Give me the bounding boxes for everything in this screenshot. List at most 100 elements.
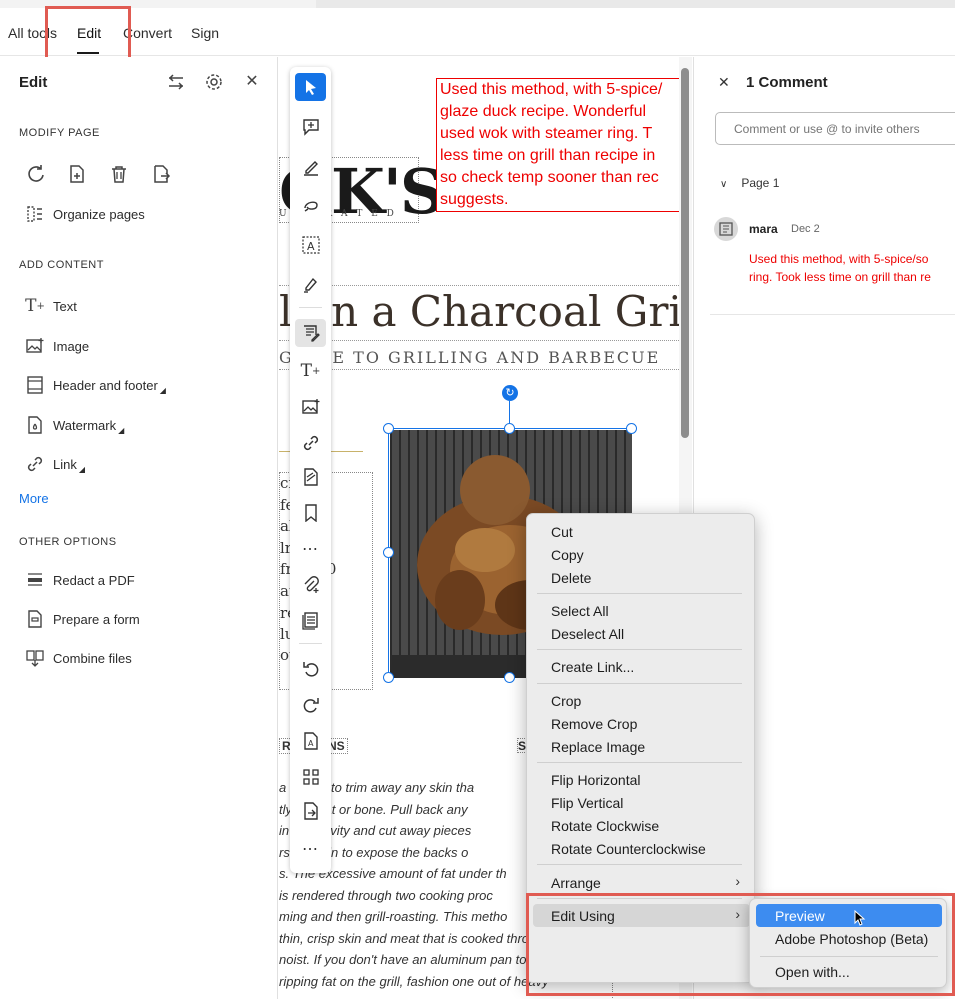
caret-icon: ◢ <box>118 425 125 435</box>
scrollbar[interactable] <box>681 68 689 438</box>
menu-item-create-link[interactable]: Create Link... <box>551 659 634 675</box>
menu-item-rotate-counterclockwise[interactable]: Rotate Counterclockwise <box>551 841 706 857</box>
combine-files-button[interactable]: Combine files <box>25 647 132 669</box>
chevron-right-icon: › <box>735 873 740 889</box>
resize-handle[interactable] <box>383 547 394 558</box>
menu-item-flip-horizontal[interactable]: Flip Horizontal <box>551 772 640 788</box>
comment-date: Dec 2 <box>791 223 820 235</box>
menu-item-deselect-all[interactable]: Deselect All <box>551 626 624 642</box>
comment-input[interactable] <box>715 112 955 145</box>
resize-handle[interactable] <box>504 672 515 683</box>
add-image-tool-icon[interactable] <box>295 393 326 421</box>
freehand-draw-icon[interactable] <box>295 191 326 219</box>
add-text-label: Text <box>53 298 77 314</box>
menu-item-copy[interactable]: Copy <box>551 547 584 563</box>
more-link[interactable]: More <box>19 491 49 506</box>
page-label: Page 1 <box>741 176 780 190</box>
menu-item-cut[interactable]: Cut <box>551 524 573 540</box>
resize-handle[interactable] <box>383 672 394 683</box>
select-tool-icon[interactable] <box>295 73 326 101</box>
more-tools-icon[interactable]: ⋯ <box>295 535 326 563</box>
more-tools-icon[interactable]: ⋯ <box>295 835 326 863</box>
article-title[interactable]: l on a Charcoal Grill <box>279 287 679 336</box>
watermark-button[interactable]: Watermark ◢ <box>25 414 124 436</box>
gear-icon[interactable] <box>205 73 223 91</box>
stamp-icon[interactable] <box>295 607 326 635</box>
header-footer-icon <box>25 375 45 395</box>
menu-item-delete[interactable]: Delete <box>551 570 591 586</box>
attach-file-icon[interactable] <box>295 571 326 599</box>
edit-text-image-icon[interactable] <box>295 319 326 347</box>
export-page-icon[interactable] <box>295 797 326 825</box>
menu-separator <box>537 649 742 650</box>
comment-line: Used this method, with 5-spice/so <box>749 252 929 266</box>
redact-tool-icon[interactable] <box>295 463 326 491</box>
top-strip <box>0 0 955 8</box>
note-line: used wok with steamer ring. T <box>440 125 653 142</box>
grid-view-icon[interactable] <box>295 763 326 791</box>
form-icon <box>25 609 45 629</box>
prepare-form-button[interactable]: Prepare a form <box>25 608 140 630</box>
extract-page-icon[interactable] <box>151 164 171 184</box>
title-box-bottom <box>279 340 679 341</box>
rotate-handle-icon[interactable]: ↻ <box>502 385 518 401</box>
resize-handle[interactable] <box>383 423 394 434</box>
article-subtitle[interactable]: GUIDE TO GRILLING AND BARBECUE <box>279 348 660 367</box>
add-image-icon <box>25 336 45 356</box>
resize-handle[interactable] <box>504 423 515 434</box>
rotate-page-icon[interactable] <box>26 164 46 184</box>
organize-pages-button[interactable]: Organize pages <box>25 203 145 225</box>
add-image-button[interactable]: Image <box>25 335 89 357</box>
text-box-icon[interactable]: A <box>295 231 326 259</box>
comment-note[interactable]: Used this method, with 5-spice/ glaze du… <box>436 78 679 212</box>
prepare-form-label: Prepare a form <box>53 611 140 627</box>
undo-icon[interactable] <box>295 655 326 683</box>
menu-item-crop[interactable]: Crop <box>551 693 581 709</box>
fill-sign-icon[interactable] <box>295 271 326 299</box>
add-comment-icon[interactable] <box>295 113 326 141</box>
avatar <box>714 217 738 241</box>
menu-item-remove-crop[interactable]: Remove Crop <box>551 716 637 732</box>
subtitle-box-bottom <box>279 369 679 370</box>
redact-pdf-label: Redact a PDF <box>53 572 135 588</box>
highlight-pen-icon[interactable] <box>295 153 326 181</box>
redact-pdf-button[interactable]: Redact a PDF <box>25 569 135 591</box>
close-icon[interactable]: ✕ <box>243 73 261 91</box>
top-strip-segment <box>316 0 955 8</box>
svg-text:A: A <box>307 240 315 253</box>
bookmark-icon[interactable] <box>295 499 326 527</box>
close-icon[interactable]: ✕ <box>718 74 730 91</box>
resize-handle[interactable] <box>626 423 637 434</box>
panel-title: Edit <box>19 74 48 91</box>
menu-item-flip-vertical[interactable]: Flip Vertical <box>551 795 623 811</box>
note-line: glaze duck recipe. Wonderful <box>440 103 647 120</box>
menu-item-replace-image[interactable]: Replace Image <box>551 739 645 755</box>
page-group[interactable]: ∨ Page 1 <box>720 176 779 190</box>
note-line: Used this method, with 5-spice/ <box>440 81 663 98</box>
insert-page-icon[interactable] <box>67 164 87 184</box>
menu-item-arrange[interactable]: Arrange <box>551 875 601 891</box>
menu-item-rotate-clockwise[interactable]: Rotate Clockwise <box>551 818 659 834</box>
header-footer-label: Header and footer <box>53 377 158 393</box>
organize-pages-icon <box>25 204 45 224</box>
svg-text:A: A <box>308 739 314 748</box>
comment-text[interactable]: Used this method, with 5-spice/so ring. … <box>749 250 955 286</box>
tab-sign[interactable]: Sign <box>191 25 219 41</box>
delete-page-icon[interactable] <box>109 164 129 184</box>
header-footer-button[interactable]: Header and footer ◢ <box>25 374 166 396</box>
other-options-label: OTHER OPTIONS <box>19 536 117 548</box>
menu-item-select-all[interactable]: Select All <box>551 603 609 619</box>
swap-tools-icon[interactable] <box>167 73 185 91</box>
comment-author: mara <box>749 222 778 236</box>
organize-pages-label: Organize pages <box>53 206 145 222</box>
link-label: Link <box>53 456 77 472</box>
add-text-tool-icon[interactable]: T + <box>295 357 326 385</box>
top-tab-bar: All tools Edit Convert Sign <box>0 8 955 56</box>
pdf-document-icon[interactable]: A <box>295 727 326 755</box>
mouse-pointer-icon <box>854 910 866 926</box>
comment-divider <box>710 314 955 315</box>
link-button[interactable]: Link ◢ <box>25 453 85 475</box>
link-tool-icon[interactable] <box>295 429 326 457</box>
add-text-button[interactable]: T + Text <box>25 295 77 317</box>
redo-icon[interactable] <box>295 691 326 719</box>
